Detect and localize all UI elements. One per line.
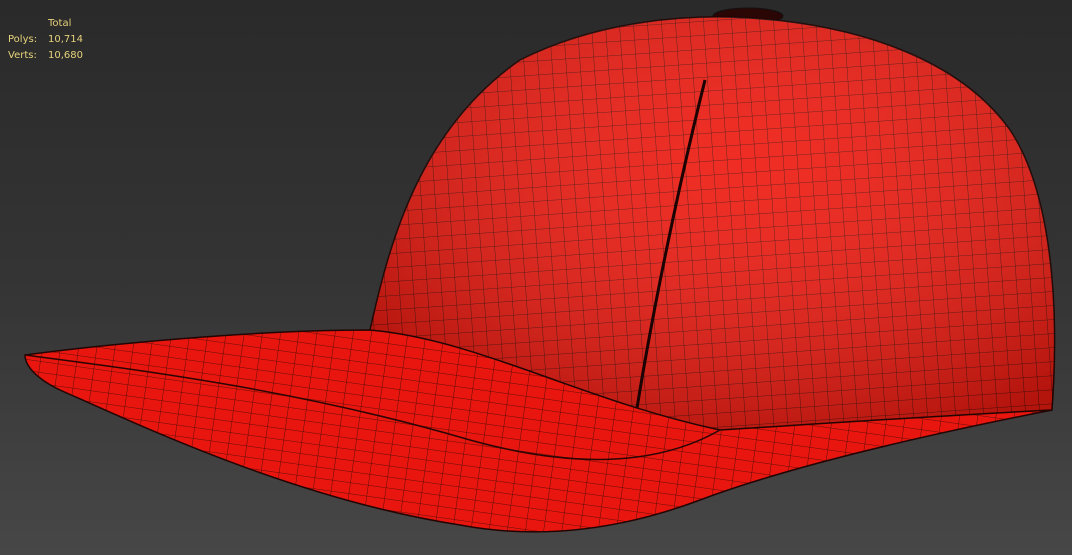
- viewport-statistics: Total Polys: 10,714 Verts: 10,680: [8, 16, 83, 64]
- verts-label: Verts:: [8, 50, 37, 61]
- polys-value: 10,714: [48, 34, 83, 45]
- cap-model[interactable]: [24, 7, 1056, 533]
- polys-label: Polys:: [8, 34, 38, 45]
- verts-value: 10,680: [48, 50, 83, 61]
- stats-header: Total: [48, 18, 72, 29]
- viewport-canvas[interactable]: [0, 0, 1072, 555]
